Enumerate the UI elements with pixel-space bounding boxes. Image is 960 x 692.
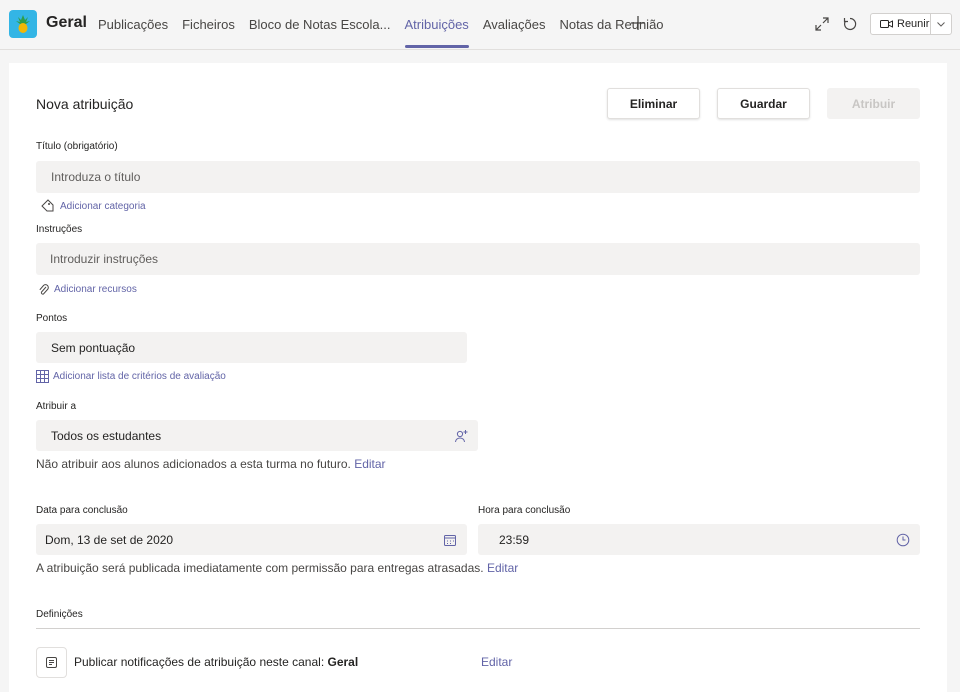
channel-tabs: Publicações Ficheiros Bloco de Notas Esc…: [98, 0, 678, 50]
points-label: Pontos: [36, 313, 68, 324]
add-tab-icon[interactable]: [630, 15, 646, 31]
post-icon: [46, 657, 57, 668]
add-person-icon[interactable]: [454, 429, 468, 443]
assign-button[interactable]: Atribuir: [827, 88, 920, 119]
team-name: Geral: [46, 14, 87, 31]
notify-channel: Geral: [327, 655, 359, 669]
add-resources-label: Adicionar recursos: [54, 284, 137, 295]
paperclip-icon: [39, 284, 49, 295]
pineapple-icon: [16, 15, 30, 33]
add-rubric-link[interactable]: Adicionar lista de critérios de avaliaçã…: [36, 370, 226, 383]
due-date-picker[interactable]: Dom, 13 de set de 2020: [36, 524, 467, 555]
notify-text: Publicar notificações de atribuição nest…: [74, 655, 325, 669]
settings-label: Definições: [36, 609, 83, 620]
calendar-icon: [444, 535, 456, 546]
chevron-down-icon: [937, 21, 945, 27]
tag-icon: [41, 199, 54, 212]
tab-notas-da-reuniao[interactable]: Notas da Reunião: [559, 0, 663, 50]
instructions-input[interactable]: Introduzir instruções: [36, 243, 920, 275]
future-students-text: Não atribuir aos alunos adicionados a es…: [36, 457, 351, 471]
add-category-label: Adicionar categoria: [60, 200, 146, 212]
edit-notify-link[interactable]: Editar: [481, 655, 512, 669]
add-resources-link[interactable]: Adicionar recursos: [38, 283, 137, 296]
tab-ficheiros[interactable]: Ficheiros: [182, 0, 235, 50]
channel-header: Geral Publicações Ficheiros Bloco de Not…: [0, 0, 960, 50]
tab-bloco-de-notas[interactable]: Bloco de Notas Escola...: [249, 0, 391, 50]
future-students-note: Não atribuir aos alunos adicionados a es…: [36, 457, 386, 471]
expand-icon[interactable]: [814, 16, 830, 32]
points-input[interactable]: Sem pontuação: [36, 332, 467, 363]
clock-icon: [896, 533, 910, 547]
meet-split-button: Reunir: [870, 13, 952, 35]
video-camera-icon: [880, 20, 893, 28]
meet-label: Reunir: [897, 18, 930, 30]
instructions-label: Instruções: [36, 224, 83, 235]
save-button[interactable]: Guardar: [717, 88, 810, 119]
notification-setting-icon: [36, 647, 67, 678]
refresh-icon[interactable]: [842, 16, 858, 32]
due-date-value: Dom, 13 de set de 2020: [45, 532, 174, 547]
settings-divider: [36, 628, 920, 629]
publish-note: A atribuição será publicada imediatament…: [36, 561, 518, 575]
notify-setting-text: Publicar notificações de atribuição nest…: [74, 655, 358, 669]
tab-publicacoes[interactable]: Publicações: [98, 0, 168, 50]
assignment-form: Nova atribuição Eliminar Guardar Atribui…: [9, 63, 947, 692]
assign-to-value: Todos os estudantes: [51, 428, 162, 443]
add-rubric-label: Adicionar lista de critérios de avaliaçã…: [53, 371, 226, 382]
tab-avaliacoes[interactable]: Avaliações: [483, 0, 546, 50]
grid-icon: [36, 370, 49, 383]
tab-atribuicoes[interactable]: Atribuições: [404, 0, 470, 50]
page-title: Nova atribuição: [36, 96, 134, 112]
meet-options-button[interactable]: [931, 21, 951, 27]
title-input[interactable]: Introduza o título: [36, 161, 920, 193]
team-avatar[interactable]: [9, 10, 37, 38]
add-category-link[interactable]: Adicionar categoria: [40, 199, 146, 213]
meet-button[interactable]: Reunir: [871, 14, 931, 34]
publish-note-text: A atribuição será publicada imediatament…: [36, 561, 484, 575]
due-time-picker[interactable]: 23:59: [478, 524, 920, 555]
edit-assign-link[interactable]: Editar: [354, 457, 385, 471]
due-date-label: Data para conclusão: [36, 505, 128, 516]
edit-publish-link[interactable]: Editar: [487, 561, 518, 575]
due-time-label: Hora para conclusão: [478, 505, 571, 516]
title-label: Título (obrigatório): [36, 141, 118, 152]
assign-to-label: Atribuir a: [36, 401, 77, 412]
delete-button[interactable]: Eliminar: [607, 88, 700, 119]
due-time-value: 23:59: [499, 532, 530, 547]
assign-to-input[interactable]: Todos os estudantes: [36, 420, 478, 451]
